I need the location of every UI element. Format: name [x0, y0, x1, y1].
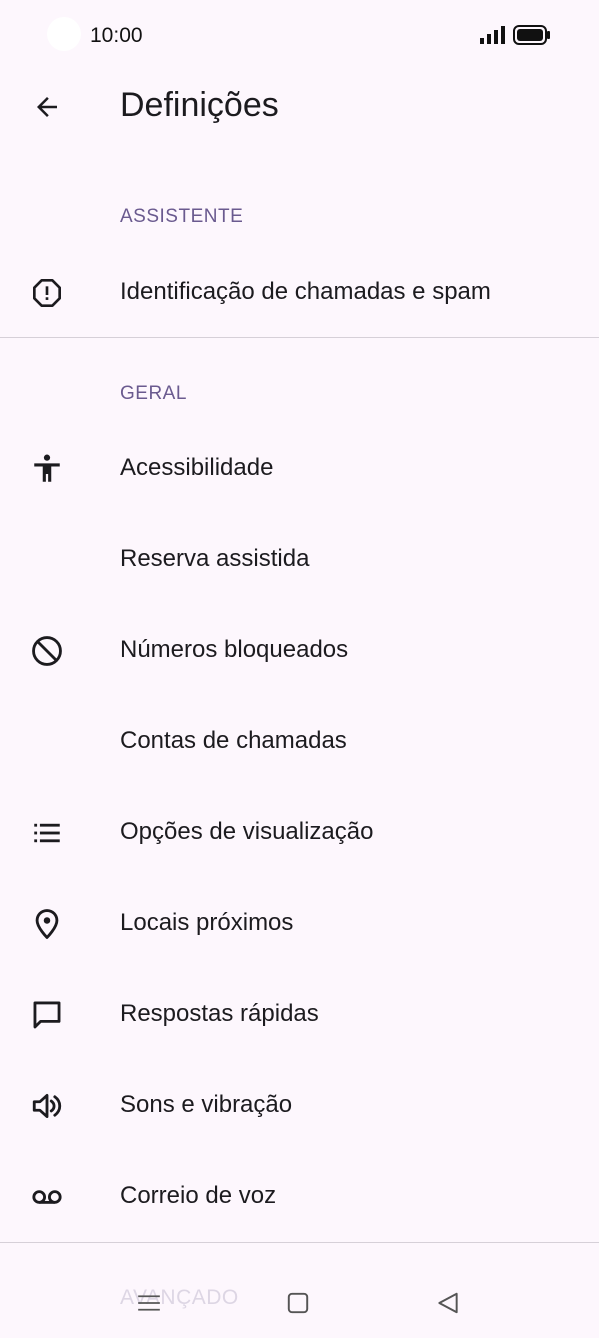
- settings-item-display-options[interactable]: Opções de visualização: [0, 788, 599, 878]
- block-icon: [27, 635, 67, 667]
- settings-item-caller-id-spam[interactable]: Identificação de chamadas e spam: [0, 248, 599, 338]
- settings-item-assisted-reservation[interactable]: Reserva assistida: [0, 515, 599, 605]
- menu-button[interactable]: [132, 1286, 166, 1320]
- signal-icon: [480, 26, 505, 44]
- settings-item-blocked-numbers[interactable]: Números bloqueados: [0, 606, 599, 696]
- section-header-assistente: ASSISTENTE: [120, 206, 244, 227]
- system-nav-bar: AVANÇADO: [0, 1262, 599, 1338]
- settings-item-nearby-places[interactable]: Locais próximos: [0, 879, 599, 969]
- camera-cutout: [47, 17, 81, 51]
- page-title: Definições: [120, 86, 279, 124]
- battery-icon: [513, 25, 550, 45]
- section-divider: [0, 337, 599, 338]
- section-header-geral: GERAL: [120, 383, 187, 404]
- list-icon: [27, 817, 67, 849]
- status-bar: 10:00: [0, 0, 599, 70]
- settings-item-label: Locais próximos: [120, 909, 294, 936]
- back-button[interactable]: [22, 82, 72, 132]
- accessibility-icon: [27, 453, 67, 485]
- location-pin-icon: [27, 908, 67, 940]
- settings-item-calling-accounts[interactable]: Contas de chamadas: [0, 697, 599, 787]
- settings-item-label: Contas de chamadas: [120, 727, 347, 754]
- settings-item-label: Opções de visualização: [120, 818, 374, 845]
- settings-item-quick-responses[interactable]: Respostas rápidas: [0, 970, 599, 1060]
- voicemail-icon: [27, 1181, 67, 1213]
- settings-item-label: Identificação de chamadas e spam: [120, 278, 491, 305]
- chat-bubble-icon: [27, 999, 67, 1031]
- home-button[interactable]: [281, 1286, 315, 1320]
- settings-item-label: Correio de voz: [120, 1182, 277, 1209]
- triangle-back-icon: [438, 1292, 458, 1314]
- settings-item-label: Acessibilidade: [120, 454, 274, 481]
- settings-item-label: Números bloqueados: [120, 636, 349, 663]
- settings-item-voicemail[interactable]: Correio de voz: [0, 1152, 599, 1242]
- square-home-icon: [287, 1292, 309, 1314]
- settings-item-sounds-vibration[interactable]: Sons e vibração: [0, 1061, 599, 1151]
- settings-item-label: Reserva assistida: [120, 545, 310, 572]
- settings-item-label: Sons e vibração: [120, 1091, 293, 1118]
- settings-item-label: Respostas rápidas: [120, 1000, 319, 1027]
- section-divider: [0, 1242, 599, 1243]
- arrow-left-icon: [37, 97, 57, 117]
- alert-octagon-icon: [27, 277, 67, 309]
- status-time: 10:00: [90, 24, 143, 47]
- app-bar: Definições: [0, 70, 599, 146]
- menu-icon: [138, 1295, 160, 1311]
- volume-icon: [27, 1090, 67, 1122]
- system-back-button[interactable]: [431, 1286, 465, 1320]
- settings-item-accessibility[interactable]: Acessibilidade: [0, 424, 599, 514]
